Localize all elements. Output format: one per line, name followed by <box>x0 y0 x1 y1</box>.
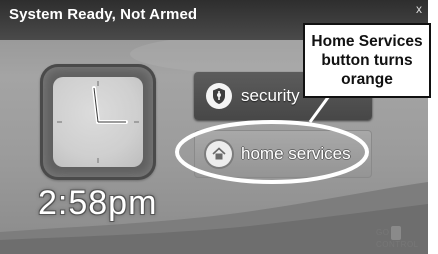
close-icon[interactable]: x <box>416 2 422 16</box>
callout-line-2: button turns <box>321 52 413 69</box>
brand-logo-left: GO <box>376 228 390 238</box>
annotation-callout: Home Services button turns orange <box>303 23 431 98</box>
home-services-button[interactable]: home services <box>194 130 372 178</box>
brand-logo: GO CONTROL <box>376 226 428 249</box>
callout-line-1: Home Services <box>311 33 423 50</box>
security-button-label: security <box>241 86 300 105</box>
system-status-text: System Ready, Not Armed <box>9 6 198 23</box>
clock-hands <box>57 81 139 163</box>
brand-logo-right: CONTROL <box>376 240 419 249</box>
callout-text: Home Services button turns orange <box>311 32 422 89</box>
brand-logo-mark <box>391 226 402 240</box>
shield-icon <box>206 83 232 109</box>
home-services-button-label: home services <box>241 144 351 163</box>
digital-time: 2:58pm <box>38 184 158 222</box>
home-icon <box>206 141 232 167</box>
callout-line-3: orange <box>341 71 393 88</box>
screenshot-frame: System Ready, Not Armed x 2:58pm securit… <box>0 0 438 254</box>
analog-clock <box>40 64 156 180</box>
